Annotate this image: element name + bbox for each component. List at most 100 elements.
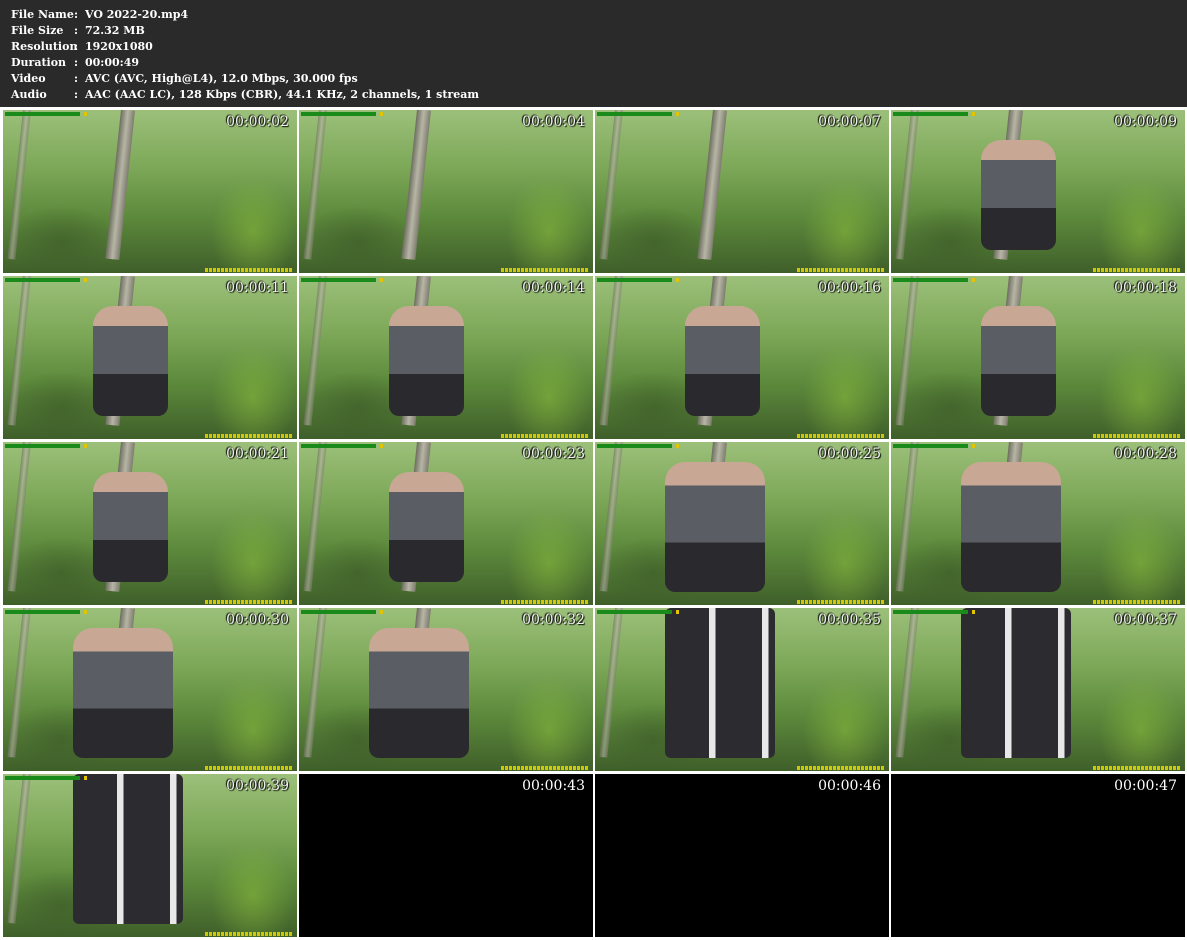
tree-trunk [7, 608, 31, 758]
thumbnail-timestamp: 00:00:11 [226, 280, 289, 296]
info-key: Resolution [11, 40, 78, 53]
tree-trunk [895, 276, 919, 426]
thumbnail-timestamp: 00:00:02 [226, 114, 289, 130]
thumbnail-4[interactable]: 00:00:09 [891, 110, 1185, 273]
thumbnail-timestamp: 00:00:23 [522, 446, 585, 462]
recording-indicator-bar [5, 278, 80, 282]
watermark [797, 268, 885, 272]
thumbnail-timestamp: 00:00:30 [226, 612, 289, 628]
watermark [205, 766, 293, 770]
watermark [205, 600, 293, 604]
thumbnail-timestamp: 00:00:07 [818, 114, 881, 130]
recording-indicator-dot [676, 444, 679, 448]
thumbnail-3[interactable]: 00:00:07 [595, 110, 889, 273]
watermark [1093, 766, 1181, 770]
thumbnail-18[interactable]: 00:00:43 [299, 774, 593, 937]
watermark [205, 932, 293, 936]
thumbnail-11[interactable]: 00:00:25 [595, 442, 889, 605]
recording-indicator-dot [972, 444, 975, 448]
tree-trunk [7, 276, 31, 426]
thumbnail-17[interactable]: 00:00:39 [3, 774, 297, 937]
tree-trunk [401, 110, 431, 260]
person-legs [665, 608, 775, 758]
info-key: Duration [11, 56, 67, 69]
info-separator: : [74, 56, 79, 69]
thumbnail-13[interactable]: 00:00:30 [3, 608, 297, 771]
tree-trunk [895, 442, 919, 592]
thumbnail-8[interactable]: 00:00:18 [891, 276, 1185, 439]
thumbnail-20[interactable]: 00:00:47 [891, 774, 1185, 937]
recording-indicator-bar [893, 610, 968, 614]
thumbnail-19[interactable]: 00:00:46 [595, 774, 889, 937]
recording-indicator-dot [676, 610, 679, 614]
thumbnail-timestamp: 00:00:35 [818, 612, 881, 628]
info-value: 72.32 MB [85, 24, 145, 37]
recording-indicator-bar [893, 278, 968, 282]
watermark [797, 766, 885, 770]
thumbnail-12[interactable]: 00:00:28 [891, 442, 1185, 605]
recording-indicator-dot [676, 112, 679, 116]
thumbnail-timestamp: 00:00:14 [522, 280, 585, 296]
tree-trunk [7, 110, 31, 260]
thumbnail-timestamp: 00:00:28 [1114, 446, 1177, 462]
info-key: File Name [11, 8, 74, 21]
watermark [205, 268, 293, 272]
tree-trunk [599, 608, 623, 758]
thumbnail-timestamp: 00:00:16 [818, 280, 881, 296]
person-figure [389, 472, 464, 582]
person-legs [73, 774, 183, 924]
thumbnail-5[interactable]: 00:00:11 [3, 276, 297, 439]
person-figure [685, 306, 760, 416]
person-legs [961, 608, 1071, 758]
thumbnail-9[interactable]: 00:00:21 [3, 442, 297, 605]
recording-indicator-dot [972, 610, 975, 614]
recording-indicator-bar [5, 610, 80, 614]
tree-trunk [599, 110, 623, 260]
person-figure [389, 306, 464, 416]
person-figure [665, 462, 765, 592]
thumbnail-timestamp: 00:00:09 [1114, 114, 1177, 130]
thumbnail-14[interactable]: 00:00:32 [299, 608, 593, 771]
recording-indicator-dot [972, 112, 975, 116]
watermark [797, 434, 885, 438]
recording-indicator-dot [676, 278, 679, 282]
person-figure [981, 306, 1056, 416]
recording-indicator-dot [84, 610, 87, 614]
recording-indicator-dot [972, 278, 975, 282]
person-figure [93, 306, 168, 416]
thumbnail-15[interactable]: 00:00:35 [595, 608, 889, 771]
info-separator: : [74, 24, 79, 37]
thumbnail-1[interactable]: 00:00:02 [3, 110, 297, 273]
thumbnail-timestamp: 00:00:21 [226, 446, 289, 462]
watermark [1093, 268, 1181, 272]
info-separator: : [74, 40, 79, 53]
info-value: AVC (AVC, High@L4), 12.0 Mbps, 30.000 fp… [85, 72, 358, 85]
thumbnail-timestamp: 00:00:18 [1114, 280, 1177, 296]
tree-trunk [895, 608, 919, 758]
thumbnail-timestamp: 00:00:47 [1114, 778, 1177, 794]
watermark [797, 600, 885, 604]
thumbnail-16[interactable]: 00:00:37 [891, 608, 1185, 771]
watermark [501, 766, 589, 770]
thumbnail-2[interactable]: 00:00:04 [299, 110, 593, 273]
info-value: 1920x1080 [85, 40, 153, 53]
info-key: Video [11, 72, 46, 85]
recording-indicator-dot [380, 444, 383, 448]
file-info-header: File Name: VO 2022-20.mp4 File Size:72.32… [0, 0, 1187, 107]
tree-trunk [303, 276, 327, 426]
thumbnail-6[interactable]: 00:00:14 [299, 276, 593, 439]
recording-indicator-bar [597, 610, 672, 614]
recording-indicator-dot [84, 776, 87, 780]
thumbnail-10[interactable]: 00:00:23 [299, 442, 593, 605]
tree-trunk [599, 442, 623, 592]
watermark [1093, 600, 1181, 604]
thumbnail-7[interactable]: 00:00:16 [595, 276, 889, 439]
recording-indicator-bar [5, 776, 80, 780]
tree-trunk [895, 110, 919, 260]
watermark [501, 600, 589, 604]
person-figure [369, 628, 469, 758]
thumbnail-timestamp: 00:00:46 [818, 778, 881, 794]
thumbnail-timestamp: 00:00:37 [1114, 612, 1177, 628]
tree-trunk [303, 110, 327, 260]
person-figure [73, 628, 173, 758]
